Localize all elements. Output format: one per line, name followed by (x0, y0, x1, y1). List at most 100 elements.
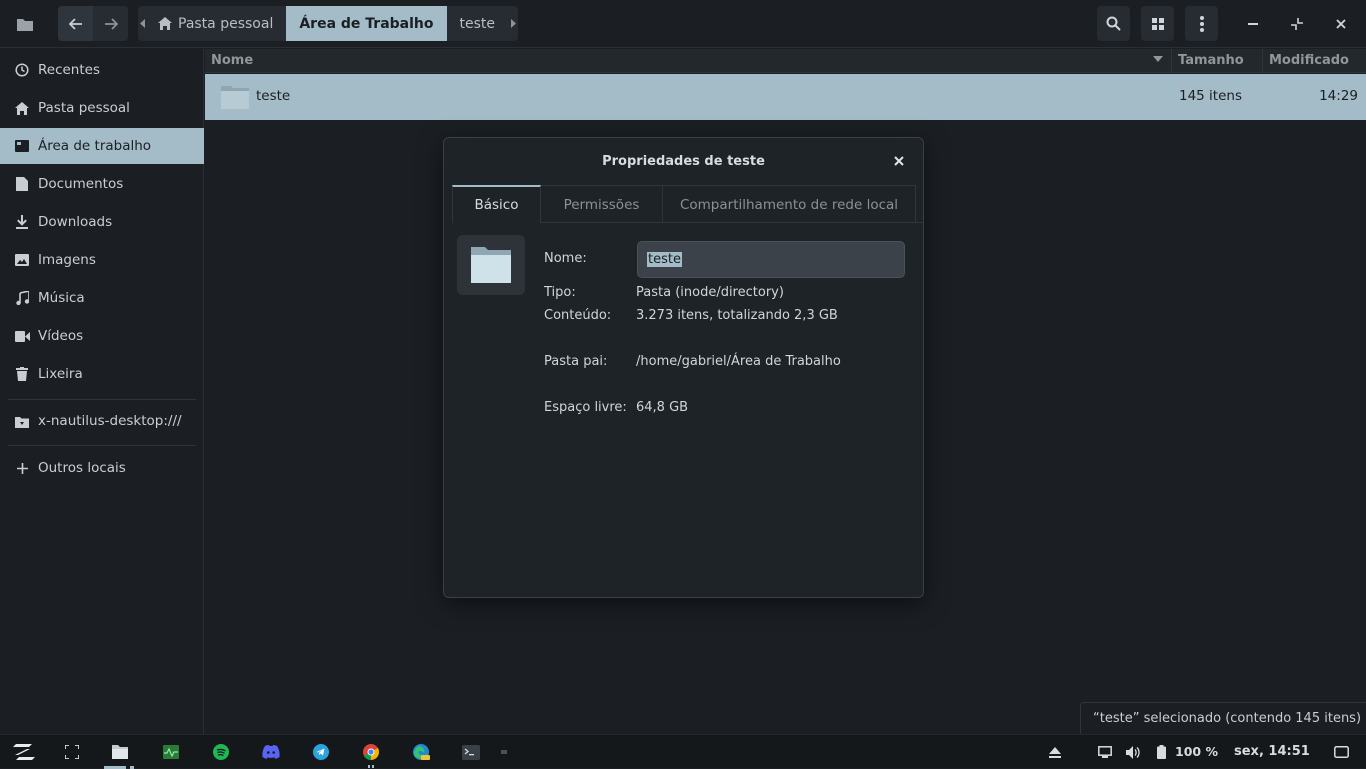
column-header-name[interactable]: Nome (205, 49, 1172, 72)
battery-icon[interactable] (1151, 742, 1171, 762)
menu-button[interactable] (1185, 6, 1218, 41)
plus-icon (14, 460, 30, 476)
table-row[interactable]: teste 145 itens 14:29 (205, 74, 1366, 120)
battery-percentage: 100 % (1175, 744, 1218, 759)
sidebar-item-desktop-mount[interactable]: x-nautilus-desktop:/// (0, 403, 204, 439)
sidebar-item-imagens[interactable]: Imagens (0, 242, 204, 278)
files-app-icon[interactable] (8, 6, 42, 41)
file-modified: 14:29 (1319, 88, 1358, 104)
video-icon (14, 328, 30, 344)
sidebar-item-outros-locais[interactable]: Outros locais (0, 450, 204, 486)
tab-compartilhamento[interactable]: Compartilhamento de rede local (663, 185, 916, 223)
workspace-overview-icon[interactable] (62, 742, 82, 762)
parent-value: /home/gabriel/Área de Trabalho (636, 354, 841, 369)
zorin-menu-icon[interactable] (13, 742, 35, 762)
trash-icon (14, 366, 30, 382)
volume-icon[interactable] (1123, 742, 1143, 762)
sort-descending-icon (1153, 56, 1163, 62)
edge-dev-icon[interactable] (411, 742, 431, 762)
taskbar: 100 % sex, 14:51 (0, 734, 1366, 769)
content-label: Conteúdo: (544, 308, 612, 323)
dialog-tabs: Básico Permissões Compartilhamento de re… (452, 185, 923, 223)
column-header-size[interactable]: Tamanho (1172, 49, 1263, 72)
name-input-value: teste (647, 252, 682, 267)
free-space-label: Espaço livre: (544, 400, 627, 415)
type-value: Pasta (inode/directory) (636, 285, 784, 300)
close-icon (1335, 18, 1346, 29)
free-space-value: 64,8 GB (636, 400, 689, 415)
chrome-icon[interactable] (361, 742, 381, 762)
close-icon (894, 156, 904, 166)
folder-icon (471, 247, 511, 283)
sidebar-item-lixeira[interactable]: Lixeira (0, 356, 204, 392)
minimize-button[interactable] (1235, 6, 1270, 41)
dialog-title: Propriedades de teste (602, 153, 765, 169)
eject-icon[interactable] (1045, 742, 1065, 762)
breadcrumb-desktop[interactable]: Área de Trabalho (286, 6, 447, 41)
screen-icon[interactable] (1095, 742, 1115, 762)
file-name: teste (256, 88, 291, 104)
column-header-modified[interactable]: Modificado (1263, 49, 1366, 72)
selection-status: “teste” selecionado (contendo 145 itens) (1080, 702, 1366, 734)
chevron-left-icon (140, 19, 145, 28)
sidebar-separator (8, 445, 196, 446)
parent-label: Pasta pai: (544, 354, 608, 369)
sidebar-item-downloads[interactable]: Downloads (0, 204, 204, 240)
name-label: Nome: (544, 251, 587, 266)
kebab-menu-icon (1199, 15, 1204, 32)
sidebar-item-documentos[interactable]: Documentos (0, 166, 204, 202)
overflow-dots-icon[interactable] (494, 742, 514, 762)
show-desktop-icon[interactable] (1331, 742, 1351, 762)
breadcrumb-home[interactable]: Pasta pessoal (148, 6, 286, 41)
terminal-icon[interactable] (461, 742, 481, 762)
restore-icon (1290, 17, 1303, 30)
sidebar-item-pasta-pessoal[interactable]: Pasta pessoal (0, 90, 204, 126)
files-taskbar-icon[interactable] (110, 742, 130, 762)
music-icon (14, 290, 30, 306)
chevron-right-icon (511, 19, 516, 28)
view-mode-button[interactable] (1141, 6, 1174, 41)
path-scroll-right-button[interactable] (508, 6, 518, 41)
drive-icon (14, 413, 30, 429)
header-bar: Pasta pessoal Área de Trabalho teste (0, 0, 1366, 48)
path-scroll-left-button[interactable] (138, 6, 148, 41)
sidebar: Recentes Pasta pessoal Área de trabalho … (0, 49, 204, 734)
tab-basico[interactable]: Básico (452, 185, 541, 223)
sidebar-separator (8, 399, 196, 400)
sidebar-item-musica[interactable]: Música (0, 280, 204, 316)
system-monitor-icon[interactable] (161, 742, 181, 762)
restore-button[interactable] (1279, 6, 1314, 41)
forward-button[interactable] (93, 6, 128, 41)
home-icon (158, 17, 172, 30)
arrow-left-icon (68, 17, 82, 30)
search-icon (1106, 16, 1121, 31)
minimize-icon (1247, 22, 1258, 25)
sidebar-item-videos[interactable]: Vídeos (0, 318, 204, 354)
home-icon (14, 100, 30, 116)
sidebar-item-recentes[interactable]: Recentes (0, 52, 204, 88)
name-input[interactable]: teste (637, 241, 905, 278)
sidebar-item-area-de-trabalho[interactable]: Área de trabalho (0, 128, 204, 164)
tab-permissoes[interactable]: Permissões (541, 185, 663, 223)
file-list-header: Nome Tamanho Modificado (205, 49, 1366, 73)
spotify-icon[interactable] (211, 742, 231, 762)
download-icon (14, 214, 30, 230)
file-size: 145 itens (1179, 88, 1242, 104)
close-window-button[interactable] (1323, 6, 1358, 41)
folder-icon-large (457, 235, 525, 295)
telegram-icon[interactable] (311, 742, 331, 762)
properties-dialog: Propriedades de teste Básico Permissões … (443, 137, 924, 598)
type-label: Tipo: (544, 285, 576, 300)
clock[interactable]: sex, 14:51 (1234, 744, 1310, 759)
discord-icon[interactable] (261, 742, 281, 762)
clock-icon (14, 62, 30, 78)
back-button[interactable] (58, 6, 93, 41)
document-icon (14, 176, 30, 192)
dialog-close-button[interactable] (891, 153, 907, 169)
file-manager-window: Pasta pessoal Área de Trabalho teste Rec… (0, 0, 1366, 734)
search-button[interactable] (1097, 6, 1130, 41)
desktop-icon (14, 138, 30, 154)
breadcrumb-teste[interactable]: teste (447, 6, 509, 41)
image-icon (14, 252, 30, 268)
arrow-right-icon (104, 17, 118, 30)
